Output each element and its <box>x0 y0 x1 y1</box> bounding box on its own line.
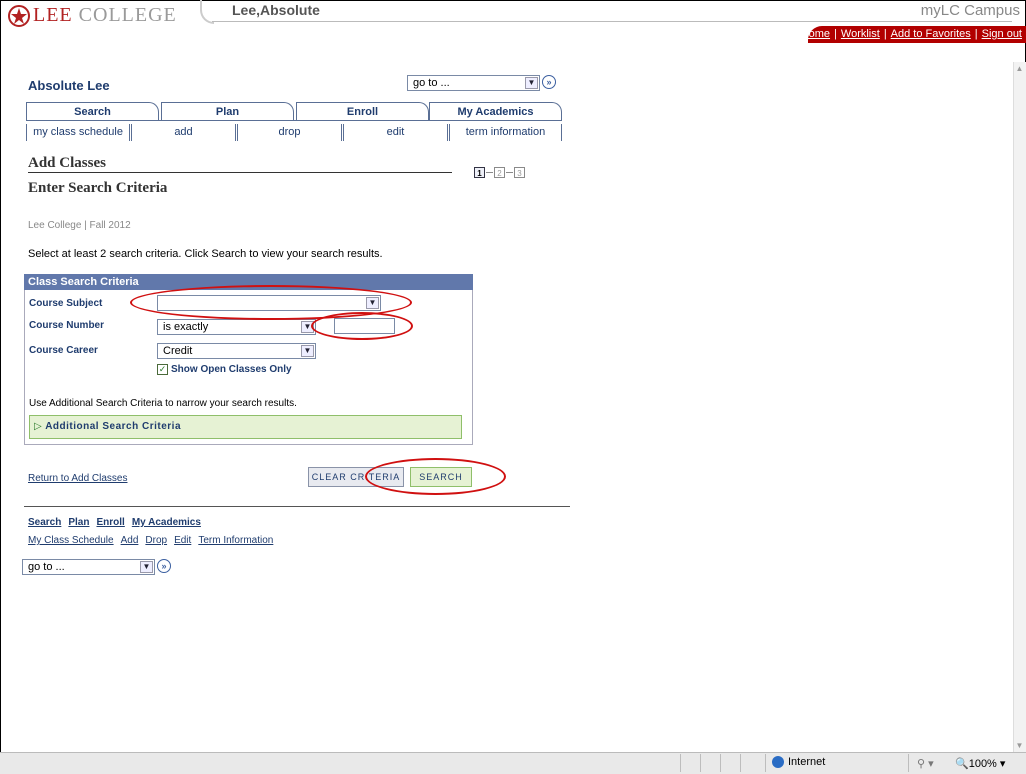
user-name: Lee,Absolute <box>232 2 320 18</box>
goto-select-bottom[interactable]: go to ... ▼ <box>22 559 155 575</box>
step-indicator-2: 2 <box>494 167 505 178</box>
course-number-operator-select[interactable]: is exactly ▼ <box>157 319 316 335</box>
course-subject-select[interactable]: ▼ <box>157 295 381 311</box>
footer-link-edit[interactable]: Edit <box>174 535 191 546</box>
footer-link-search[interactable]: Search <box>28 517 61 528</box>
subtab-edit[interactable]: edit <box>344 124 450 141</box>
title-rule <box>28 172 452 173</box>
zoom-value: 100% <box>968 758 997 770</box>
go-arrow-icon[interactable]: » <box>542 75 556 89</box>
student-name: Absolute Lee <box>28 78 110 93</box>
additional-search-criteria-toggle[interactable]: ▷ Additional Search Criteria <box>29 415 462 439</box>
step-indicator-1: 1 <box>474 167 485 178</box>
goto-select-top[interactable]: go to ... ▼ <box>407 75 540 91</box>
subtab-drop[interactable]: drop <box>238 124 344 141</box>
chevron-down-icon: ▼ <box>301 345 314 357</box>
course-number-label: Course Number <box>29 320 105 331</box>
footer-primary-links: Search Plan Enroll My Academics <box>28 517 208 528</box>
lee-college-logo[interactable]: LEE COLLEGE <box>8 4 177 27</box>
logo-text: LEE COLLEGE <box>33 4 177 26</box>
show-open-classes-option[interactable]: ✓ Show Open Classes Only <box>157 364 292 375</box>
footer-link-drop[interactable]: Drop <box>145 535 167 546</box>
tab-enroll[interactable]: Enroll <box>296 102 429 120</box>
tab-plan[interactable]: Plan <box>161 102 294 120</box>
status-separator <box>765 754 766 772</box>
course-subject-label: Course Subject <box>29 298 103 309</box>
browser-status-bar <box>0 752 1026 774</box>
term-context: Lee College | Fall 2012 <box>28 220 131 231</box>
step-connector <box>486 172 493 173</box>
go-arrow-icon[interactable]: » <box>157 559 171 573</box>
status-separator <box>740 754 741 772</box>
return-to-add-classes-link[interactable]: Return to Add Classes <box>28 473 128 484</box>
course-number-input[interactable] <box>334 318 395 334</box>
page-subtitle: Enter Search Criteria <box>28 180 168 196</box>
add-to-favorites-link[interactable]: Add to Favorites <box>891 28 971 40</box>
tab-search[interactable]: Search <box>26 102 159 120</box>
step-connector <box>506 172 513 173</box>
chevron-down-icon: ▼ <box>140 561 153 573</box>
subtab-my-class-schedule[interactable]: my class schedule <box>26 124 132 141</box>
step-indicator-3: 3 <box>514 167 525 178</box>
criteria-header: Class Search Criteria <box>24 274 473 290</box>
scroll-down-icon[interactable]: ▼ <box>1013 739 1026 752</box>
vertical-scrollbar[interactable] <box>1013 62 1026 752</box>
goto-select-value: go to ... <box>413 77 450 89</box>
footer-link-plan[interactable]: Plan <box>68 517 89 528</box>
sign-out-link[interactable]: Sign out <box>982 28 1022 40</box>
additional-search-criteria-label: Additional Search Criteria <box>45 421 182 432</box>
clear-criteria-button[interactable]: CLEAR CRITERIA <box>308 467 404 487</box>
security-zone: Internet <box>772 756 825 768</box>
course-career-value: Credit <box>163 345 193 357</box>
subtab-term-information[interactable]: term information <box>450 124 562 141</box>
expand-triangle-icon: ▷ <box>34 421 43 432</box>
search-button[interactable]: SEARCH <box>410 467 472 487</box>
site-header: LEE COLLEGE Lee,Absolute myLC Campus Hom… <box>0 0 1026 44</box>
goto-select-value: go to ... <box>28 561 65 573</box>
subtab-add[interactable]: add <box>132 124 238 141</box>
status-separator <box>720 754 721 772</box>
footer-link-enroll[interactable]: Enroll <box>96 517 124 528</box>
footer-link-my-academics[interactable]: My Academics <box>132 517 201 528</box>
chevron-down-icon: ▼ <box>366 297 379 309</box>
status-separator <box>680 754 681 772</box>
star-seal-icon <box>8 4 30 27</box>
tab-my-academics[interactable]: My Academics <box>429 102 562 120</box>
page-title: Add Classes <box>28 155 106 171</box>
chevron-down-icon: ▼ <box>525 77 538 89</box>
link-separator: | <box>974 28 978 40</box>
additional-criteria-note: Use Additional Search Criteria to narrow… <box>29 398 297 409</box>
course-career-label: Course Career <box>29 345 98 356</box>
footer-secondary-links: My Class Schedule Add Drop Edit Term Informa… <box>28 535 280 546</box>
campus-title: myLC Campus <box>920 2 1020 19</box>
tab-underline <box>26 120 562 121</box>
header-links: Home | Worklist | Add to Favorites | Sign out <box>801 28 1022 40</box>
header-divider <box>212 21 1012 22</box>
chevron-down-icon: ▼ <box>301 321 314 333</box>
protected-mode-icon[interactable]: ⚲ ▾ <box>917 757 934 770</box>
home-link[interactable]: Home <box>801 28 830 40</box>
footer-rule <box>24 506 570 507</box>
link-separator: | <box>883 28 887 40</box>
instructions-text: Select at least 2 search criteria. Click… <box>28 248 383 260</box>
course-number-operator-value: is exactly <box>163 321 209 333</box>
globe-icon <box>772 756 784 768</box>
course-career-select[interactable]: Credit ▼ <box>157 343 316 359</box>
footer-link-term-information[interactable]: Term Information <box>198 535 273 546</box>
show-open-classes-label: Show Open Classes Only <box>171 364 292 375</box>
zone-label: Internet <box>788 756 826 768</box>
footer-link-add[interactable]: Add <box>121 535 139 546</box>
worklist-link[interactable]: Worklist <box>841 28 880 40</box>
zoom-control[interactable]: 🔍100% ▾ <box>955 757 1005 770</box>
status-separator <box>700 754 701 772</box>
scroll-up-icon[interactable]: ▲ <box>1013 62 1026 75</box>
footer-link-my-class-schedule[interactable]: My Class Schedule <box>28 535 114 546</box>
link-separator: | <box>834 28 837 40</box>
show-open-classes-checkbox[interactable]: ✓ <box>157 364 168 375</box>
status-separator <box>908 754 909 772</box>
